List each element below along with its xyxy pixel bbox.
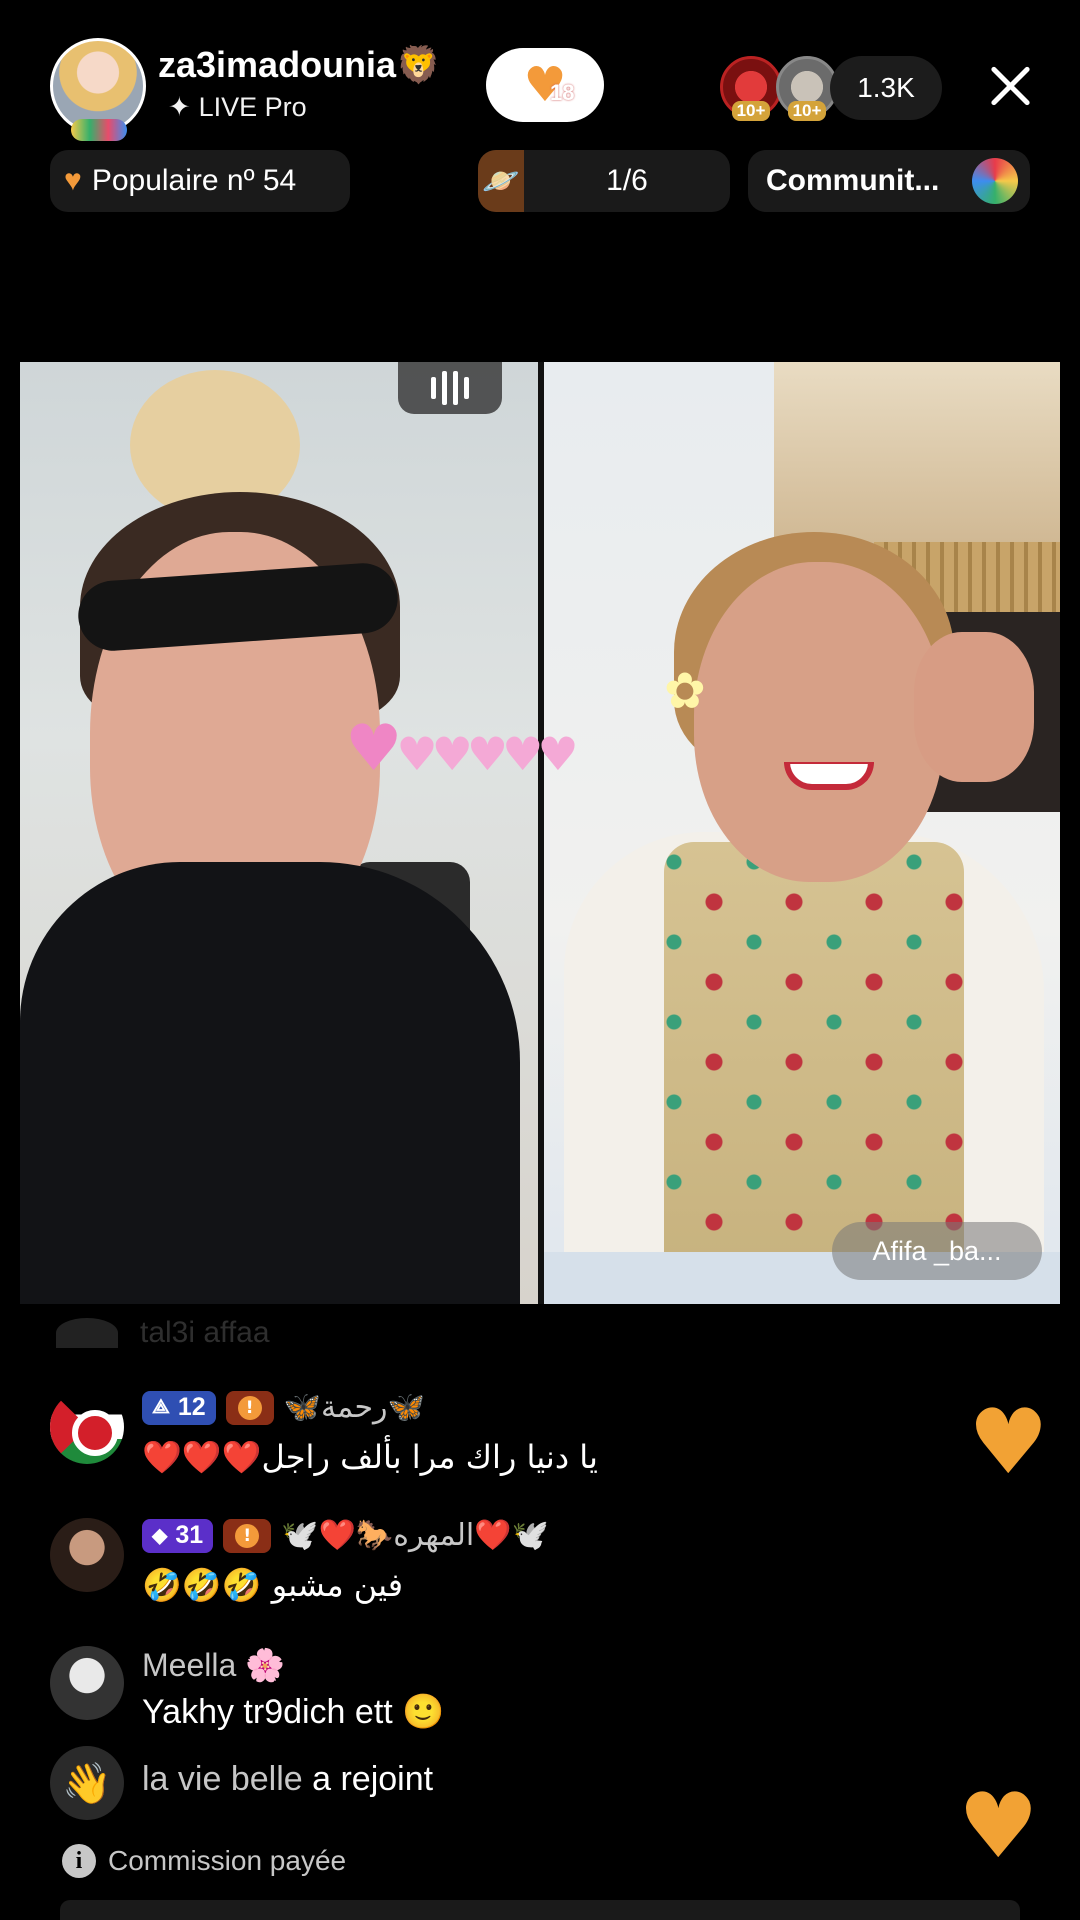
host-subtitle-text: LIVE Pro — [198, 92, 307, 122]
floating-heart-icon: ♥ — [958, 1774, 1039, 1879]
user-avatar[interactable] — [50, 1390, 124, 1464]
commission-notice[interactable]: i Commission payée — [62, 1844, 346, 1878]
community-icon — [972, 158, 1018, 204]
wave-icon: 👋 — [50, 1746, 124, 1820]
top-viewer-avatar-1[interactable]: 10+ — [720, 56, 782, 121]
user-avatar[interactable] — [50, 1518, 124, 1592]
sparkle-icon: ✦ — [168, 92, 191, 122]
top-viewer-avatar-2[interactable]: 10+ — [776, 56, 838, 121]
ranking-label: 1/6 — [606, 164, 648, 197]
chat-username[interactable]: 🦋رحمة🦋 — [284, 1390, 425, 1425]
chat-text: فين مشبو 🤣🤣🤣 — [142, 1566, 404, 1604]
host-name-text: za3imadounia — [158, 44, 397, 85]
ranking-chip[interactable]: 🪐 1/6 — [478, 150, 730, 212]
triangle-icon: ⟁ — [152, 1396, 170, 1418]
community-label: Communit... — [766, 164, 940, 197]
chat-meta: ◆ 31 ! 🕊️❤️🐎المهره❤️🕊️ — [142, 1518, 549, 1553]
host-body — [20, 862, 520, 1304]
chat-text: Yakhy tr9dich ett 🙂 — [142, 1693, 445, 1731]
heart-icon: ♥ — [64, 164, 82, 197]
fan-badge-icon: ! — [225, 1390, 274, 1425]
floating-heart-icon: ♥ — [968, 1390, 1049, 1495]
split-handle-icon[interactable] — [398, 362, 502, 414]
chat-meta: Meella 🌸 — [142, 1646, 285, 1684]
level-badge: ⟁ 12 — [142, 1390, 216, 1425]
chat-username[interactable]: Meella 🌸 — [142, 1646, 285, 1684]
guest-hand — [914, 632, 1034, 782]
guest-name-tag[interactable]: Afifa _ba... — [832, 1222, 1042, 1280]
comment-bar[interactable] — [60, 1900, 1020, 1920]
follow-count: 18 — [550, 80, 575, 105]
viewer-badge-2: 10+ — [787, 101, 827, 121]
hearts-effect: ♥♥♥♥♥♥ — [345, 712, 579, 786]
chat-username[interactable]: 🕊️❤️🐎المهره❤️🕊️ — [281, 1518, 549, 1553]
level-number: 31 — [175, 1521, 204, 1549]
flower-icon: ✿ — [664, 662, 706, 720]
info-icon: i — [62, 1844, 96, 1878]
host-avatar[interactable] — [50, 38, 146, 141]
guest-smile — [784, 762, 874, 790]
join-text: la vie belle a rejoint — [142, 1760, 433, 1799]
faded-avatar — [56, 1318, 118, 1348]
chat-text: يا دنيا راك مرا بألف راجل❤️❤️❤️ — [142, 1438, 598, 1476]
host-avatar-badge — [71, 119, 127, 141]
fan-badge-icon: ! — [223, 1518, 272, 1553]
host-name[interactable]: za3imadounia🦁 — [158, 44, 441, 86]
host-subtitle: ✦ LIVE Pro — [168, 92, 307, 123]
level-badge: ◆ 31 — [142, 1518, 214, 1553]
diamond-icon: ◆ — [152, 1525, 168, 1547]
popular-rank-label: Populaire nº 54 — [91, 164, 297, 197]
level-number: 12 — [177, 1393, 206, 1421]
lion-icon: 🦁 — [396, 44, 441, 85]
guest-video-panel[interactable]: ✿ — [544, 362, 1060, 1304]
join-action: a rejoint — [312, 1760, 434, 1798]
user-avatar[interactable] — [50, 1646, 124, 1720]
planet-icon: 🪐 — [478, 150, 524, 212]
commission-text: Commission payée — [108, 1845, 347, 1876]
live-video-area[interactable]: ✿ ♥♥♥♥♥♥ — [20, 362, 1060, 1304]
close-icon[interactable] — [984, 60, 1036, 112]
guest-face — [694, 562, 944, 882]
viewer-badge-1: 10+ — [731, 101, 771, 121]
host-video-panel[interactable] — [20, 362, 538, 1304]
join-username[interactable]: la vie belle — [142, 1760, 303, 1798]
follow-button[interactable]: ♥ 18 — [486, 48, 604, 122]
popular-rank-chip[interactable]: ♥ Populaire nº 54 — [50, 150, 350, 212]
faded-chat-name: tal3i affaa — [140, 1316, 270, 1349]
community-chip[interactable]: Communit... — [748, 150, 1030, 212]
chat-meta: ⟁ 12 ! 🦋رحمة🦋 — [142, 1390, 425, 1425]
viewer-count[interactable]: 1.3K — [830, 56, 942, 120]
embroidered-vest — [664, 842, 964, 1282]
